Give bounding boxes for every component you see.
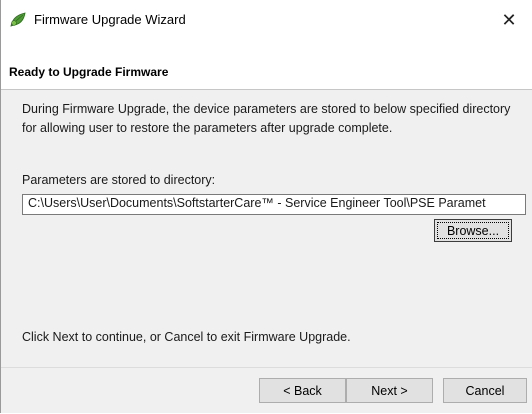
firmware-upgrade-wizard-window: Firmware Upgrade Wizard ✕ Ready to Upgra… (0, 0, 532, 413)
directory-label: Parameters are stored to directory: (22, 173, 216, 187)
wizard-footer: < Back Next > Cancel (1, 367, 532, 413)
close-button[interactable]: ✕ (486, 0, 532, 40)
next-button[interactable]: Next > (346, 378, 433, 403)
instruction-text: Click Next to continue, or Cancel to exi… (22, 330, 351, 344)
page-title: Ready to Upgrade Firmware (9, 65, 169, 79)
directory-field[interactable]: C:\Users\User\Documents\SoftstarterCare™… (22, 194, 526, 215)
window-title: Firmware Upgrade Wizard (34, 12, 186, 27)
leaf-gear-icon (9, 12, 27, 28)
browse-button[interactable]: Browse... (434, 219, 512, 242)
description-text: During Firmware Upgrade, the device para… (22, 102, 511, 135)
wizard-body: During Firmware Upgrade, the device para… (1, 90, 532, 367)
cancel-button[interactable]: Cancel (443, 378, 527, 403)
wizard-header: Ready to Upgrade Firmware (1, 40, 532, 90)
title-bar[interactable]: Firmware Upgrade Wizard ✕ (1, 0, 532, 40)
back-button[interactable]: < Back (259, 378, 346, 403)
close-icon: ✕ (501, 9, 517, 30)
